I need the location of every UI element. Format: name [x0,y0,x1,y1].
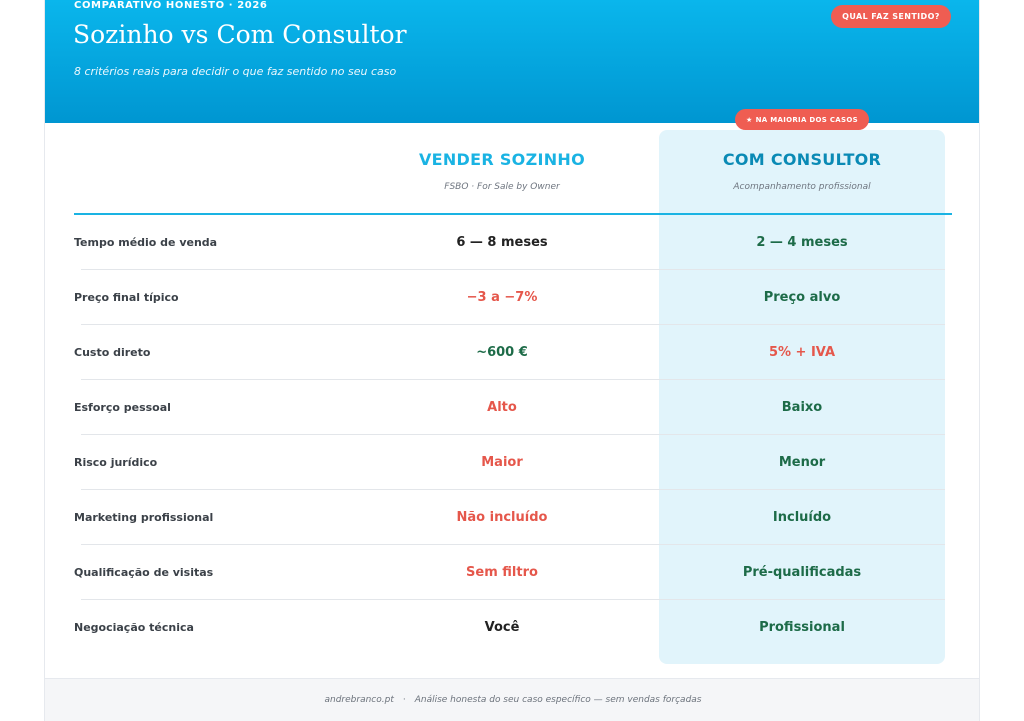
footer-separator: · [402,695,406,705]
header-badge: QUAL FAZ SENTIDO? [831,5,951,28]
solo-value: Não incluído [456,510,548,525]
comparison-card: COMPARATIVO HONESTO · 2026 Sozinho vs Co… [44,0,980,721]
criterion-label: Custo direto [74,346,151,359]
consultant-value: Preço alvo [763,290,841,305]
solo-column-title: VENDER SOZINHO [418,150,586,169]
criterion-label: Tempo médio de venda [74,236,218,249]
table-row: Custo direto ~600 € 5% + IVA [45,325,979,380]
table-row: Negociação técnica Você Profissional [45,600,979,655]
footer: andrebranco.pt · Análise honesta do seu … [45,678,979,721]
consultant-value: Pré-qualificadas [742,565,862,580]
solo-value: 6 — 8 meses [456,235,548,250]
eyebrow-label: COMPARATIVO HONESTO · 2026 [74,0,268,11]
solo-value: ~600 € [476,345,528,360]
consultant-value: 5% + IVA [768,345,836,360]
solo-value: Maior [481,455,523,470]
consultant-value: Incluído [772,510,832,525]
consultant-value: Profissional [759,620,845,635]
table-row: Qualificação de visitas Sem filtro Pré-q… [45,545,979,600]
footer-note: Análise honesta do seu caso específico —… [414,695,702,705]
criterion-label: Qualificação de visitas [74,566,214,579]
criterion-label: Negociação técnica [74,621,194,634]
criterion-label: Preço final típico [74,291,179,304]
solo-column-subtitle: FSBO · For Sale by Owner [444,182,560,192]
consultant-column-title: COM CONSULTOR [722,150,882,169]
consultant-value: Menor [778,455,826,470]
solo-value: −3 a −7% [466,290,538,305]
star-icon: ★ [746,115,753,124]
consultant-value: 2 — 4 meses [756,235,848,250]
recommended-badge-label: NA MAIORIA DOS CASOS [755,115,858,124]
consultant-value: Baixo [781,400,823,415]
recommended-badge: ★ NA MAIORIA DOS CASOS [735,109,869,130]
criterion-label: Risco jurídico [74,456,158,469]
header-banner: COMPARATIVO HONESTO · 2026 Sozinho vs Co… [45,0,979,123]
table-row: Esforço pessoal Alto Baixo [45,380,979,435]
comparison-table: Tempo médio de venda 6 — 8 meses 2 — 4 m… [45,215,979,655]
consultant-column-subtitle: Acompanhamento profissional [733,182,871,192]
page-subtitle: 8 critérios reais para decidir o que faz… [74,65,397,78]
footer-site-link[interactable]: andrebranco.pt [324,695,393,705]
table-row: Risco jurídico Maior Menor [45,435,979,490]
table-row: Preço final típico −3 a −7% Preço alvo [45,270,979,325]
criterion-label: Marketing profissional [74,511,214,524]
solo-value: Você [484,620,520,635]
table-row: Marketing profissional Não incluído Incl… [45,490,979,545]
table-row: Tempo médio de venda 6 — 8 meses 2 — 4 m… [45,215,979,270]
solo-value: Sem filtro [466,565,538,580]
criterion-label: Esforço pessoal [74,401,171,414]
page-title: Sozinho vs Com Consultor [73,20,407,49]
solo-value: Alto [487,400,517,415]
